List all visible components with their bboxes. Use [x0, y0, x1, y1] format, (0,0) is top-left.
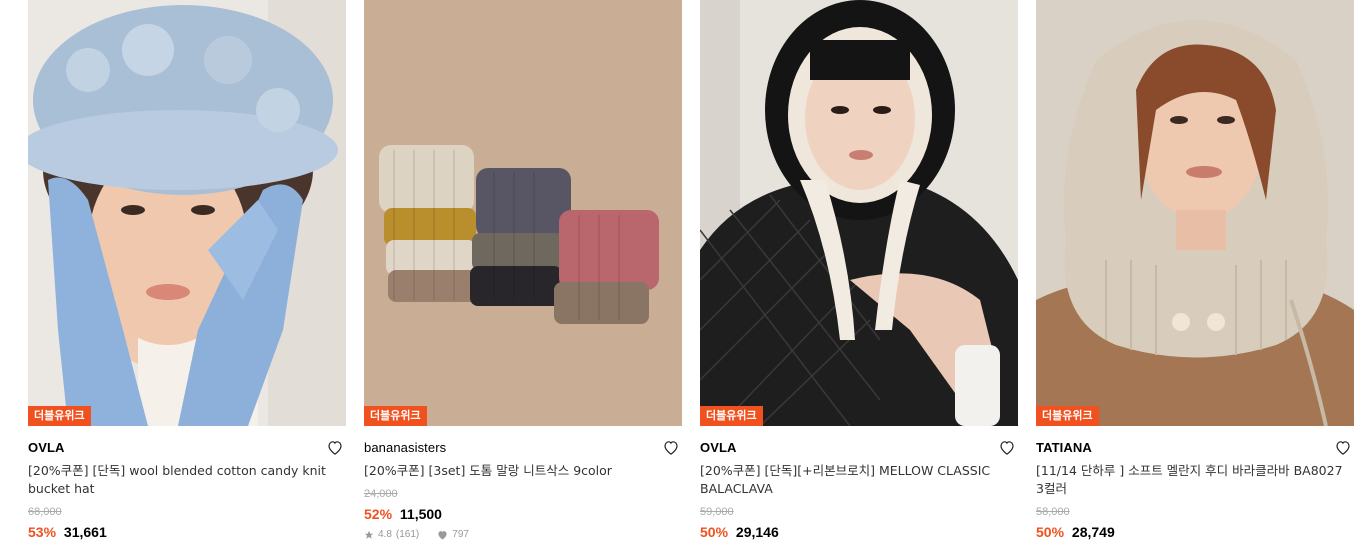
product-title[interactable]: [11/14 단하루 ] 소프트 멜란지 후디 바라클라바 BA8027 3컬러	[1036, 462, 1354, 498]
discount-rate: 50%	[700, 524, 729, 540]
promo-badge: 더블유위크	[364, 406, 427, 426]
original-price: 68,000	[28, 506, 62, 518]
price-line: 50% 29,146	[700, 523, 1018, 541]
heart-outline-icon[interactable]	[662, 438, 680, 456]
original-price: 59,000	[700, 506, 734, 518]
price-line: 50% 28,749	[1036, 523, 1354, 541]
brand-name[interactable]: TATIANA	[1036, 440, 1354, 456]
product-grid: 더블유위크 OVLA [20%쿠폰] [단독] wool blended cot…	[0, 0, 1361, 549]
review-count: (161)	[395, 529, 420, 540]
product-title[interactable]: [20%쿠폰] [단독] wool blended cotton candy k…	[28, 462, 346, 498]
sale-price: 28,749	[1071, 524, 1115, 540]
sale-price: 29,146	[735, 524, 779, 540]
price-line: 52% 11,500	[364, 505, 682, 523]
heart-outline-icon[interactable]	[998, 438, 1016, 456]
review-meta: 4.8 (161) 797	[364, 529, 682, 540]
product-image[interactable]: 더블유위크	[28, 0, 346, 426]
product-card[interactable]: 더블유위크 bananasisters [20%쿠폰] [3set] 도톰 말랑…	[364, 0, 682, 549]
like-count: 797	[452, 529, 469, 540]
product-image[interactable]: 더블유위크	[364, 0, 682, 426]
brand-name[interactable]: OVLA	[700, 440, 1018, 456]
heart-filled-icon	[437, 530, 448, 540]
product-title[interactable]: [20%쿠폰] [단독][+리본브로치] MELLOW CLASSIC BALA…	[700, 462, 1018, 498]
sale-price: 11,500	[399, 506, 442, 522]
promo-badge: 더블유위크	[700, 406, 763, 426]
product-card[interactable]: 더블유위크 TATIANA [11/14 단하루 ] 소프트 멜란지 후디 바라…	[1036, 0, 1354, 549]
product-image[interactable]: 더블유위크	[1036, 0, 1354, 426]
discount-rate: 53%	[28, 524, 57, 540]
original-price: 24,000	[364, 488, 398, 500]
star-icon	[364, 530, 374, 540]
product-card[interactable]: 더블유위크 OVLA [20%쿠폰] [단독][+리본브로치] MELLOW C…	[700, 0, 1018, 549]
discount-rate: 52%	[364, 506, 393, 522]
price-line: 53% 31,661	[28, 523, 346, 541]
product-image[interactable]: 더블유위크	[700, 0, 1018, 426]
brand-name[interactable]: OVLA	[28, 440, 346, 456]
rating-value: 4.8	[378, 529, 392, 540]
promo-badge: 더블유위크	[1036, 406, 1099, 426]
promo-badge: 더블유위크	[28, 406, 91, 426]
brand-name[interactable]: bananasisters	[364, 440, 682, 456]
product-title[interactable]: [20%쿠폰] [3set] 도톰 말랑 니트삭스 9color	[364, 462, 682, 480]
heart-outline-icon[interactable]	[326, 438, 344, 456]
heart-outline-icon[interactable]	[1334, 438, 1352, 456]
product-card[interactable]: 더블유위크 OVLA [20%쿠폰] [단독] wool blended cot…	[28, 0, 346, 549]
discount-rate: 50%	[1036, 524, 1065, 540]
sale-price: 31,661	[63, 524, 107, 540]
original-price: 58,000	[1036, 506, 1070, 518]
